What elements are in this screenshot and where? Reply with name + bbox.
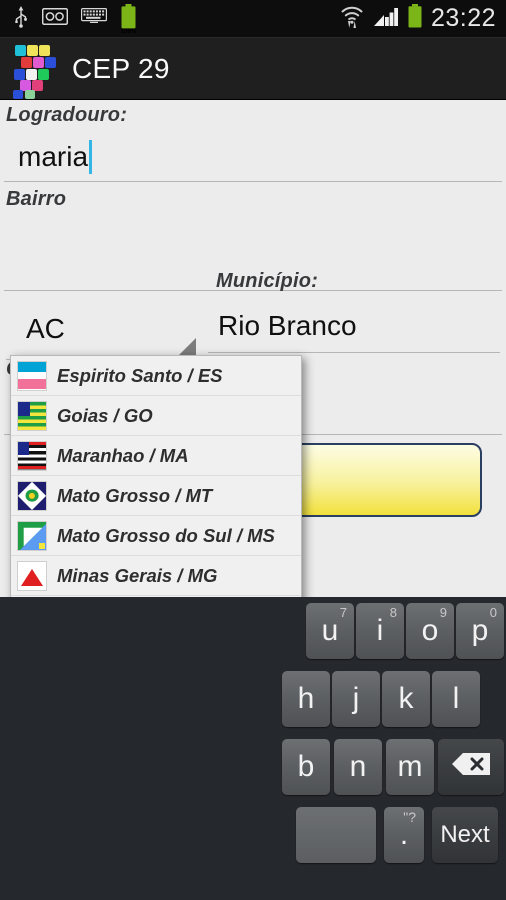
flag-icon-mt (17, 480, 47, 511)
dropdown-item-label: Espirito Santo / ES (57, 364, 223, 386)
bairro-label: Bairro (6, 188, 67, 210)
page-title: CEP 29 (72, 52, 170, 84)
key-p[interactable]: 0p (456, 603, 504, 659)
status-bar-right-icons: 23:22 (339, 3, 506, 34)
key-label: l (452, 682, 460, 715)
key-label: b (297, 750, 315, 783)
dropdown-item[interactable]: Minas Gerais / MG (11, 556, 301, 596)
key-label: m (397, 750, 423, 783)
dropdown-item-label: Mato Grosso / MT (57, 484, 213, 506)
key-k[interactable]: k (382, 671, 430, 727)
key-label: p (471, 614, 489, 647)
dropdown-item[interactable]: Goias / GO (11, 396, 301, 436)
flag-icon-ma (17, 440, 47, 471)
flag-icon-mg (17, 560, 47, 591)
flag-icon-ms (17, 520, 47, 551)
key-i[interactable]: 8i (356, 603, 404, 659)
dropdown-item[interactable]: Maranhao / MA (11, 436, 301, 476)
action-bar: CEP 29 (0, 38, 506, 100)
status-bar-clock: 23:22 (430, 4, 496, 32)
field-estado: AC (6, 298, 202, 360)
key-label: j (352, 682, 360, 715)
municipio-input[interactable]: Rio Branco (208, 299, 500, 353)
key-b[interactable]: b (282, 739, 330, 795)
key-n[interactable]: n (334, 739, 382, 795)
text-cursor (89, 139, 93, 174)
key-superscript: 8 (389, 605, 397, 620)
estado-spinner[interactable]: AC (6, 298, 202, 360)
battery-status-icon (407, 4, 423, 33)
key-superscript: 0 (489, 605, 497, 620)
soft-keyboard[interactable]: 7u8i9o0p hjkl bnm "?. Next (0, 597, 506, 900)
estado-value: AC (26, 312, 65, 344)
key-superscript: 9 (439, 605, 447, 620)
flag-icon-go (17, 400, 47, 431)
keyboard-icon (81, 8, 107, 29)
key-label: n (349, 750, 367, 783)
dropdown-item-label: Mato Grosso do Sul / MS (57, 524, 275, 546)
dropdown-item[interactable]: Mato Grosso do Sul / MS (11, 516, 301, 556)
next-key[interactable]: Next (432, 807, 498, 863)
chevron-down-icon (179, 338, 196, 355)
key-superscript: "? (403, 809, 416, 825)
backspace-key[interactable] (438, 739, 504, 795)
status-bar-left-icons: 100% (0, 3, 339, 35)
key-label: u (321, 614, 339, 647)
space-key[interactable] (296, 807, 376, 863)
flag-icon-es (17, 360, 47, 391)
dropdown-item[interactable]: Mato Grosso / MT (11, 476, 301, 516)
dropdown-item[interactable]: Espirito Santo / ES (11, 356, 301, 396)
field-municipio: Município: Rio Branco (208, 270, 500, 353)
keyboard-row-2: hjkl (0, 665, 506, 733)
municipio-value: Rio Branco (218, 309, 357, 341)
key-period[interactable]: "?. (384, 807, 424, 863)
municipio-label: Município: (216, 270, 318, 292)
key-h[interactable]: h (282, 671, 330, 727)
key-label: o (421, 614, 439, 647)
key-j[interactable]: j (332, 671, 380, 727)
logradouro-input[interactable]: maria (4, 132, 502, 182)
logradouro-label: Logradouro: (6, 104, 128, 126)
android-screen: 100% 23:22 CEP 29 Logradouro: maria Bair… (0, 0, 506, 900)
battery-percent-label: 100% (120, 28, 137, 35)
battery-icon: 100% (120, 3, 137, 35)
dropdown-item-label: Maranhao / MA (57, 444, 189, 466)
logradouro-value: maria (18, 140, 89, 172)
status-bar: 100% 23:22 (0, 0, 506, 38)
voicemail-icon (41, 7, 69, 30)
field-logradouro: Logradouro: maria (4, 104, 502, 182)
key-label: k (398, 682, 414, 715)
key-label: h (297, 682, 315, 715)
dropdown-item-label: Goias / GO (57, 404, 153, 426)
dropdown-item-label: Minas Gerais / MG (57, 564, 218, 586)
key-u[interactable]: 7u (306, 603, 354, 659)
key-m[interactable]: m (386, 739, 434, 795)
key-label: i (376, 614, 384, 647)
key-o[interactable]: 9o (406, 603, 454, 659)
key-label: Next (440, 821, 490, 848)
keyboard-row-3: b nm (0, 733, 506, 801)
keyboard-row-1: 7u8i9o0p (0, 597, 506, 665)
usb-icon (13, 4, 29, 33)
wifi-icon (339, 3, 365, 34)
key-label (450, 751, 492, 783)
key-l[interactable]: l (432, 671, 480, 727)
app-logo-icon (12, 44, 58, 99)
key-superscript: 7 (339, 605, 347, 620)
keyboard-row-4: "?. Next (0, 801, 506, 869)
signal-icon (373, 5, 399, 32)
